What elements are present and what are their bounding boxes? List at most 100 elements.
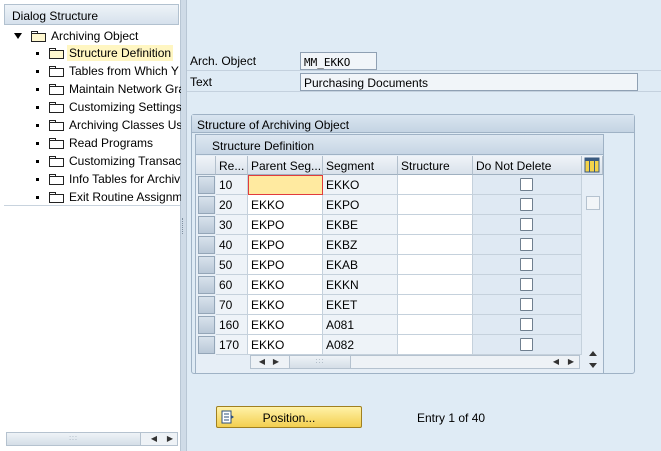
- scrollbar-thumb[interactable]: :::: [7, 433, 141, 445]
- cell-structure[interactable]: [398, 275, 473, 295]
- cell-segment[interactable]: EKAB: [323, 255, 398, 275]
- column-config-header[interactable]: [582, 156, 603, 175]
- cell-parent-segment[interactable]: EKKO: [248, 295, 323, 315]
- tree-item-label: Info Tables for Archiv: [69, 172, 181, 186]
- cell-re[interactable]: 30: [216, 215, 248, 235]
- tree-item-network-graphic[interactable]: Maintain Network Gra: [36, 80, 181, 98]
- do-not-delete-checkbox[interactable]: [520, 338, 533, 351]
- do-not-delete-checkbox[interactable]: [520, 238, 533, 251]
- position-button[interactable]: Position...: [216, 406, 362, 428]
- cell-structure[interactable]: [398, 235, 473, 255]
- row-selector[interactable]: [198, 316, 215, 334]
- column-header-re[interactable]: Re...: [216, 156, 248, 175]
- cell-segment[interactable]: EKKO: [323, 175, 398, 195]
- do-not-delete-checkbox[interactable]: [520, 258, 533, 271]
- cell-parent-segment[interactable]: EKKO: [248, 315, 323, 335]
- row-selector[interactable]: [198, 236, 215, 254]
- select-all-header[interactable]: [196, 156, 216, 175]
- cell-parent-segment[interactable]: EKPO: [248, 215, 323, 235]
- tree-item-archiving-classes[interactable]: Archiving Classes Us: [36, 116, 181, 134]
- dialog-structure-title: Dialog Structure: [4, 4, 179, 25]
- row-selector[interactable]: [198, 336, 215, 354]
- table-vertical-scrollbar[interactable]: [586, 196, 600, 374]
- vertical-scroll-track[interactable]: [586, 196, 600, 374]
- do-not-delete-checkbox[interactable]: [520, 178, 533, 191]
- cell-segment[interactable]: EKBE: [323, 215, 398, 235]
- tree-item-customizing-transactions[interactable]: Customizing Transac: [36, 152, 181, 170]
- cell-re[interactable]: 20: [216, 195, 248, 215]
- do-not-delete-checkbox[interactable]: [520, 298, 533, 311]
- do-not-delete-checkbox[interactable]: [520, 318, 533, 331]
- tree-item-exit-routine[interactable]: Exit Routine Assignm: [36, 188, 181, 206]
- tree-horizontal-scrollbar[interactable]: ::: ◀ ▶: [6, 432, 178, 446]
- column-header-parent-segment[interactable]: Parent Seg...: [248, 156, 323, 175]
- cell-structure[interactable]: [398, 335, 473, 355]
- cell-segment[interactable]: EKKN: [323, 275, 398, 295]
- cell-parent-segment[interactable]: EKPO: [248, 235, 323, 255]
- scroll-left-icon[interactable]: ◀: [147, 433, 161, 445]
- scroll-left-icon[interactable]: ◀: [549, 356, 563, 368]
- cell-segment[interactable]: A081: [323, 315, 398, 335]
- cell-re[interactable]: 70: [216, 295, 248, 315]
- tree-item-label: Archiving Classes Us: [69, 118, 181, 132]
- position-button-label: Position...: [262, 411, 316, 425]
- cell-parent-segment[interactable]: [248, 175, 323, 195]
- cell-segment[interactable]: EKET: [323, 295, 398, 315]
- cell-segment[interactable]: EKPO: [323, 195, 398, 215]
- cell-parent-segment[interactable]: EKKO: [248, 275, 323, 295]
- expand-triangle-icon[interactable]: [14, 33, 22, 39]
- column-header-do-not-delete[interactable]: Do Not Delete: [473, 156, 582, 175]
- cell-structure[interactable]: [398, 255, 473, 275]
- table-horizontal-scrollbar[interactable]: ◀ ▶ ::: ◀ ▶: [250, 355, 580, 369]
- cell-structure[interactable]: [398, 295, 473, 315]
- do-not-delete-checkbox[interactable]: [520, 278, 533, 291]
- cell-re[interactable]: 170: [216, 335, 248, 355]
- row-selector[interactable]: [198, 216, 215, 234]
- arch-object-field[interactable]: MM_EKKO: [300, 52, 377, 70]
- tree-item-info-tables[interactable]: Info Tables for Archiv: [36, 170, 181, 188]
- scrollbar-thumb[interactable]: :::: [289, 356, 351, 368]
- cell-re[interactable]: 50: [216, 255, 248, 275]
- cell-segment[interactable]: EKBZ: [323, 235, 398, 255]
- cell-segment[interactable]: A082: [323, 335, 398, 355]
- row-selector[interactable]: [198, 296, 215, 314]
- text-label: Text: [190, 75, 213, 89]
- tree-item-read-programs[interactable]: Read Programs: [36, 134, 155, 152]
- scroll-right-icon[interactable]: ▶: [564, 356, 578, 368]
- pane-splitter[interactable]: [181, 0, 187, 451]
- column-header-segment[interactable]: Segment: [323, 156, 398, 175]
- scroll-right-icon[interactable]: ▶: [269, 356, 283, 368]
- header-divider: [187, 70, 661, 71]
- cell-structure[interactable]: [398, 215, 473, 235]
- cell-re[interactable]: 60: [216, 275, 248, 295]
- do-not-delete-checkbox[interactable]: [520, 198, 533, 211]
- do-not-delete-checkbox[interactable]: [520, 218, 533, 231]
- text-field[interactable]: Purchasing Documents: [300, 73, 638, 91]
- cell-structure[interactable]: [398, 315, 473, 335]
- cell-re[interactable]: 40: [216, 235, 248, 255]
- tree-item-customizing-settings[interactable]: Customizing Settings: [36, 98, 181, 116]
- scroll-right-icon[interactable]: ▶: [163, 433, 177, 445]
- cell-structure[interactable]: [398, 195, 473, 215]
- cell-parent-segment[interactable]: EKKO: [248, 195, 323, 215]
- folder-icon: [49, 119, 64, 131]
- folder-icon: [49, 83, 64, 95]
- tree-item-tables[interactable]: Tables from Which Y: [36, 62, 181, 80]
- column-header-structure[interactable]: Structure: [398, 156, 473, 175]
- row-selector[interactable]: [198, 176, 215, 194]
- cell-re[interactable]: 10: [216, 175, 248, 195]
- tree-item-structure-definition[interactable]: Structure Definition: [36, 44, 174, 62]
- cell-parent-segment[interactable]: EKKO: [248, 335, 323, 355]
- scroll-left-icon[interactable]: ◀: [255, 356, 269, 368]
- table-settings-icon[interactable]: [584, 157, 600, 173]
- cell-parent-segment[interactable]: EKPO: [248, 255, 323, 275]
- cell-structure[interactable]: [398, 175, 473, 195]
- row-selector[interactable]: [198, 196, 215, 214]
- cell-re[interactable]: 160: [216, 315, 248, 335]
- splitter-grip-icon[interactable]: [182, 218, 185, 234]
- structure-table: Structure Definition Re... Parent Seg...…: [195, 134, 604, 374]
- tree-item-label: Read Programs: [69, 136, 154, 150]
- row-selector[interactable]: [198, 276, 215, 294]
- row-selector[interactable]: [198, 256, 215, 274]
- tree-root-archiving-object[interactable]: Archiving Object: [14, 27, 140, 45]
